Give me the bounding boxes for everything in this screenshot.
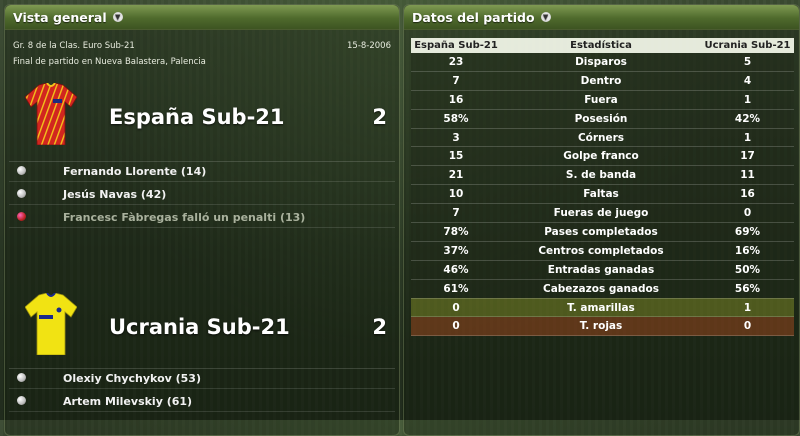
home-score: 2	[372, 105, 387, 129]
home-kit-shirt-icon	[25, 83, 77, 145]
goal-ball-icon	[17, 396, 26, 405]
away-value: 11	[701, 165, 794, 186]
yellow-cards-row: 0 T. amarillas 1	[411, 298, 794, 318]
away-value: 16%	[701, 241, 794, 261]
goal-ball-icon	[17, 166, 26, 175]
stat-name: Entradas ganadas	[501, 260, 701, 280]
home-value: 7	[411, 203, 501, 224]
away-value: 0	[701, 203, 794, 224]
away-value: 0	[701, 316, 794, 337]
venue-label: Final de partido en Nueva Balastera, Pal…	[13, 57, 206, 67]
stat-name: S. de banda	[501, 165, 701, 186]
stat-name: Faltas	[501, 184, 701, 205]
home-value: 46%	[411, 260, 501, 280]
chevron-down-icon[interactable]: ▼	[112, 12, 123, 22]
overview-panel-header[interactable]: Vista general ▼	[5, 5, 399, 30]
away-value: 1	[701, 128, 794, 148]
event-text: Francesc Fàbregas falló un penalti (13)	[63, 211, 306, 224]
event-row: Artem Milevskiy (61)	[9, 392, 395, 412]
away-team-column-header[interactable]: Ucrania Sub-21	[701, 38, 794, 53]
table-row: 10 Faltas 16	[411, 184, 794, 205]
match-stats-panel: Datos del partido ▼ España Sub-21 Estadí…	[403, 4, 800, 436]
away-value: 17	[701, 146, 794, 167]
away-value: 56%	[701, 279, 794, 299]
stat-column-header[interactable]: Estadística	[501, 38, 701, 53]
table-row: 15 Golpe franco 17	[411, 146, 794, 167]
table-row: 23 Disparos 5	[411, 53, 794, 72]
home-value: 7	[411, 71, 501, 91]
event-text: Jesús Navas (42)	[63, 188, 167, 201]
table-row: 78% Pases completados 69%	[411, 222, 794, 242]
event-text: Artem Milevskiy (61)	[63, 395, 193, 408]
home-value: 23	[411, 53, 501, 72]
home-value: 37%	[411, 241, 501, 261]
goal-ball-icon	[17, 189, 26, 198]
home-team-name: España Sub-21	[109, 105, 285, 129]
match-stats-title: Datos del partido	[412, 9, 535, 25]
red-cards-row: 0 T. rojas 0	[411, 316, 794, 337]
home-value: 78%	[411, 222, 501, 242]
goal-ball-icon	[17, 373, 26, 382]
event-row: Francesc Fàbregas falló un penalti (13)	[9, 208, 395, 228]
stat-name: Fuera	[501, 90, 701, 110]
missed-penalty-icon	[17, 212, 26, 221]
table-row: 21 S. de banda 11	[411, 165, 794, 186]
away-team-name: Ucrania Sub-21	[109, 315, 290, 339]
away-value: 69%	[701, 222, 794, 242]
event-row: Olexiy Chychykov (53)	[9, 369, 395, 389]
stat-name: Cabezazos ganados	[501, 279, 701, 299]
home-value: 58%	[411, 109, 501, 129]
away-kit-shirt-icon	[25, 293, 77, 355]
table-row: 7 Dentro 4	[411, 71, 794, 91]
away-value: 5	[701, 53, 794, 72]
table-row: 7 Fueras de juego 0	[411, 203, 794, 224]
table-row: 46% Entradas ganadas 50%	[411, 260, 794, 280]
table-row: 3 Córners 1	[411, 128, 794, 148]
stat-name: Centros completados	[501, 241, 701, 261]
away-value: 1	[701, 298, 794, 318]
home-value: 16	[411, 90, 501, 110]
stat-name: Fueras de juego	[501, 203, 701, 224]
home-team-column-header[interactable]: España Sub-21	[411, 38, 501, 53]
home-value: 0	[411, 298, 501, 318]
home-value: 61%	[411, 279, 501, 299]
home-value: 0	[411, 316, 501, 337]
overview-title: Vista general	[13, 9, 107, 25]
away-value: 50%	[701, 260, 794, 280]
stats-header-row: España Sub-21 Estadística Ucrania Sub-21	[411, 38, 794, 53]
chevron-down-icon[interactable]: ▼	[540, 12, 551, 22]
stat-name: Dentro	[501, 71, 701, 91]
stat-name: T. rojas	[501, 316, 701, 337]
stat-name: Córners	[501, 128, 701, 148]
event-text: Olexiy Chychykov (53)	[63, 372, 201, 385]
stat-name: Disparos	[501, 53, 701, 72]
competition-label: Gr. 8 de la Clas. Euro Sub-21	[13, 41, 135, 51]
event-text: Fernando Llorente (14)	[63, 165, 207, 178]
away-value: 1	[701, 90, 794, 110]
match-stats-panel-header[interactable]: Datos del partido ▼	[404, 5, 799, 30]
stat-name: Pases completados	[501, 222, 701, 242]
table-row: 37% Centros completados 16%	[411, 241, 794, 261]
home-value: 10	[411, 184, 501, 205]
away-value: 16	[701, 184, 794, 205]
match-date: 15-8-2006	[347, 41, 391, 51]
away-score: 2	[372, 315, 387, 339]
home-value: 21	[411, 165, 501, 186]
away-value: 42%	[701, 109, 794, 129]
table-row: 61% Cabezazos ganados 56%	[411, 279, 794, 299]
event-row: Jesús Navas (42)	[9, 185, 395, 205]
table-row: 16 Fuera 1	[411, 90, 794, 110]
stat-name: T. amarillas	[501, 298, 701, 318]
away-value: 4	[701, 71, 794, 91]
home-value: 3	[411, 128, 501, 148]
match-stats-table: España Sub-21 Estadística Ucrania Sub-21…	[411, 38, 794, 337]
event-row: Fernando Llorente (14)	[9, 162, 395, 182]
stat-name: Posesión	[501, 109, 701, 129]
stat-name: Golpe franco	[501, 146, 701, 167]
overview-panel: Vista general ▼ Gr. 8 de la Clas. Euro S…	[4, 4, 400, 436]
home-value: 15	[411, 146, 501, 167]
table-row: 58% Posesión 42%	[411, 109, 794, 129]
